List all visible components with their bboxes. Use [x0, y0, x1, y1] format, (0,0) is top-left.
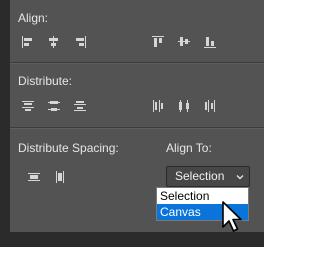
distribute-horizontal-space-icon[interactable]	[50, 168, 70, 186]
distribute-vertical-space-icon[interactable]	[24, 168, 44, 186]
align-vertical-centers-icon[interactable]	[174, 33, 194, 51]
align-top-edges-icon[interactable]	[148, 33, 168, 51]
chevron-down-icon	[236, 175, 244, 180]
distribute-bottom-edges-icon[interactable]	[70, 97, 90, 115]
align-section-label: Align:	[18, 11, 49, 25]
distribute-horizontal-centers-icon[interactable]	[174, 97, 194, 115]
distribute-top-edges-icon[interactable]	[18, 97, 38, 115]
section-divider	[10, 62, 264, 64]
align-right-edges-icon[interactable]	[70, 33, 90, 51]
distribute-right-edges-icon[interactable]	[200, 97, 220, 115]
align-horizontal-centers-icon[interactable]	[44, 33, 64, 51]
distribute-vertical-centers-icon[interactable]	[44, 97, 64, 115]
distribute-section-label: Distribute:	[18, 74, 73, 88]
align-to-selected-value: Selection	[175, 169, 225, 183]
align-bottom-edges-icon[interactable]	[200, 33, 220, 51]
section-divider	[10, 127, 264, 129]
mouse-pointer-icon	[222, 201, 242, 232]
distribute-left-edges-icon[interactable]	[148, 97, 168, 115]
align-to-label: Align To:	[166, 141, 212, 155]
align-left-edges-icon[interactable]	[18, 33, 38, 51]
distribute-spacing-label: Distribute Spacing:	[18, 141, 119, 155]
align-to-select[interactable]: Selection	[166, 166, 250, 187]
